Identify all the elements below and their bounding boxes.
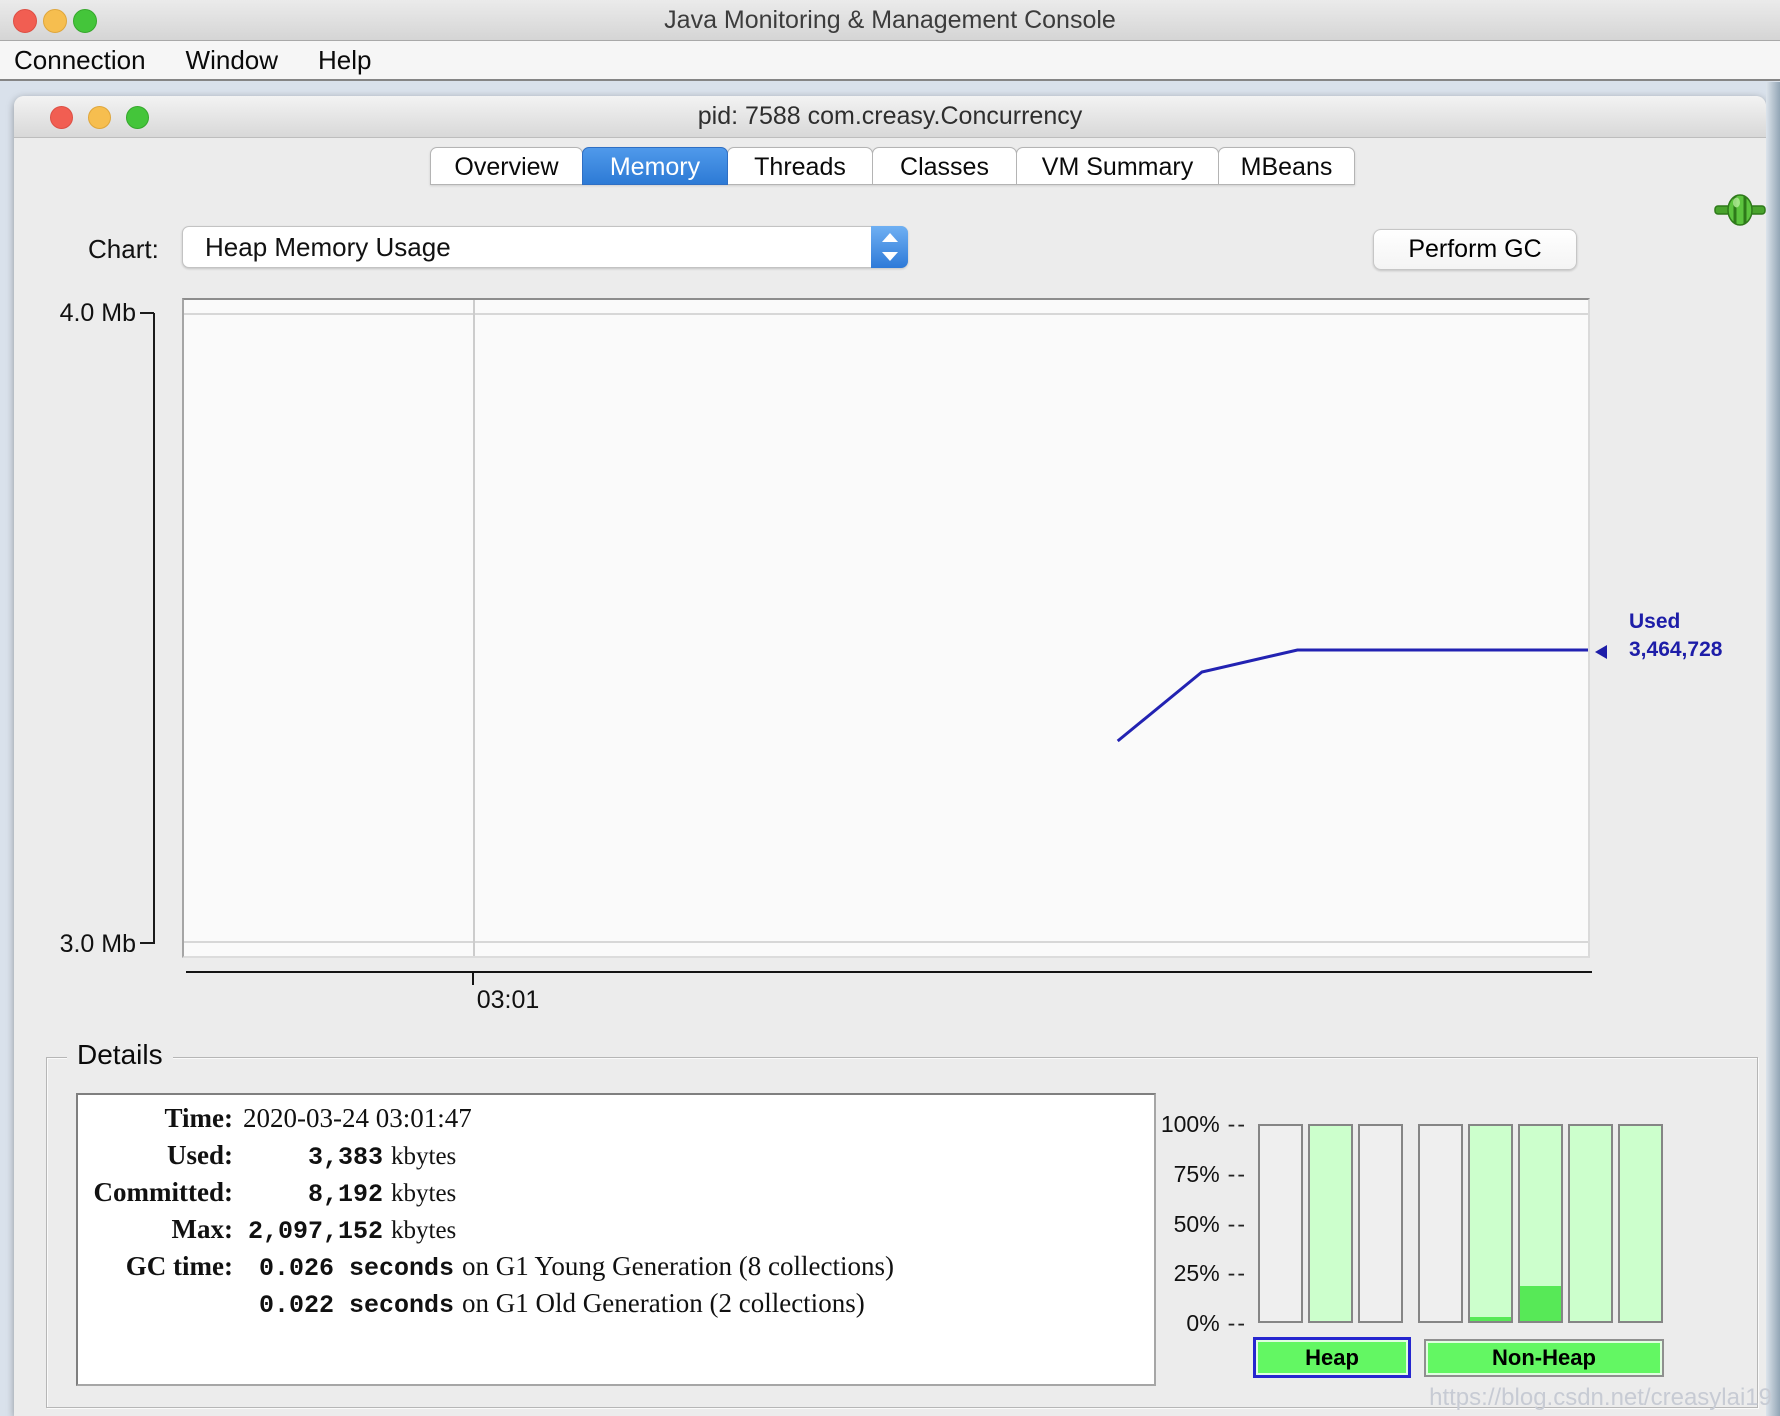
memory-chart-plot xyxy=(182,298,1590,958)
usage-axis-label: 25%-- xyxy=(1174,1259,1247,1287)
tab-threads[interactable]: Threads xyxy=(727,147,873,185)
used-memory-line xyxy=(1118,650,1588,741)
y-axis-label-bottom: 3.0 Mb xyxy=(32,929,136,959)
details-row: Committed:8,192kbytes xyxy=(78,1174,1154,1211)
chart-select-value: Heap Memory Usage xyxy=(205,227,451,267)
app-title: Java Monitoring & Management Console xyxy=(0,0,1780,40)
x-axis-tick xyxy=(472,973,474,985)
window-edge xyxy=(1766,82,1780,1416)
console-window: pid: 7588 com.creasy.Concurrency Overvie… xyxy=(14,96,1766,1416)
y-axis-line xyxy=(153,313,155,944)
perform-gc-button[interactable]: Perform GC xyxy=(1373,229,1577,270)
watermark: https://blog.csdn.net/creasylai19 xyxy=(1429,1384,1772,1412)
details-row: Time:2020-03-24 03:01:47 xyxy=(78,1100,1154,1137)
heap-bars-group xyxy=(1258,1124,1403,1323)
inner-window-titlebar: pid: 7588 com.creasy.Concurrency xyxy=(14,96,1766,138)
line-end-marker-icon xyxy=(1595,645,1607,659)
y-axis-label-top: 4.0 Mb xyxy=(32,298,136,328)
tab-bar: OverviewMemoryThreadsClassesVM SummaryMB… xyxy=(430,147,1355,185)
nonheap-bars-group xyxy=(1418,1124,1663,1323)
usage-bar xyxy=(1358,1124,1403,1323)
details-legend: Details xyxy=(67,1039,173,1071)
used-series-label: Used 3,464,728 xyxy=(1629,608,1722,664)
tab-overview[interactable]: Overview xyxy=(430,147,583,185)
inner-window-title: pid: 7588 com.creasy.Concurrency xyxy=(14,96,1766,137)
tab-classes[interactable]: Classes xyxy=(872,147,1017,185)
menu-item-connection[interactable]: Connection xyxy=(14,45,146,76)
usage-bar xyxy=(1468,1124,1513,1323)
app-titlebar: Java Monitoring & Management Console xyxy=(0,0,1780,41)
y-axis-tick-top xyxy=(140,312,154,314)
details-row: GC time:0.026 secondson G1 Young Generat… xyxy=(78,1248,1154,1285)
usage-bar xyxy=(1618,1124,1663,1323)
usage-bars xyxy=(1258,1124,1663,1323)
usage-bars-axis: 100%-- 75%-- 50%-- 25%-- 0%-- xyxy=(1097,1110,1247,1350)
tab-strip: OverviewMemoryThreadsClassesVM SummaryMB… xyxy=(14,137,1766,189)
usage-bar xyxy=(1258,1124,1303,1323)
chevron-up-down-icon[interactable] xyxy=(871,226,908,268)
details-row: 0.022 secondson G1 Old Generation (2 col… xyxy=(78,1285,1154,1322)
usage-bar xyxy=(1418,1124,1463,1323)
chart-select-label: Chart: xyxy=(88,234,152,265)
heap-line-svg xyxy=(184,300,1588,956)
details-panel: Time:2020-03-24 03:01:47Used:3,383kbytes… xyxy=(76,1093,1156,1386)
details-row: Used:3,383kbytes xyxy=(78,1137,1154,1174)
usage-bar xyxy=(1308,1124,1353,1323)
y-axis-tick-bottom xyxy=(140,942,154,944)
menu-bar: Connection Window Help xyxy=(0,41,1780,81)
tab-vm-summary[interactable]: VM Summary xyxy=(1016,147,1219,185)
usage-axis-label: 100%-- xyxy=(1161,1110,1247,1138)
menu-item-help[interactable]: Help xyxy=(318,45,371,76)
nonheap-button[interactable]: Non-Heap xyxy=(1424,1339,1664,1377)
used-series-value: 3,464,728 xyxy=(1629,636,1722,664)
usage-axis-label: 50%-- xyxy=(1174,1210,1247,1238)
chart-select[interactable]: Heap Memory Usage xyxy=(182,226,908,268)
tab-memory[interactable]: Memory xyxy=(582,147,728,185)
connection-status-plug-icon xyxy=(1714,193,1766,227)
menu-item-window[interactable]: Window xyxy=(186,45,278,76)
tab-mbeans[interactable]: MBeans xyxy=(1218,147,1355,185)
x-axis-line xyxy=(186,971,1592,973)
details-row: Max:2,097,152kbytes xyxy=(78,1211,1154,1248)
usage-bar xyxy=(1518,1124,1563,1323)
used-series-name: Used xyxy=(1629,608,1722,636)
heap-button[interactable]: Heap xyxy=(1253,1337,1411,1378)
usage-axis-label: 75%-- xyxy=(1174,1160,1247,1188)
usage-bar xyxy=(1568,1124,1613,1323)
usage-axis-label: 0%-- xyxy=(1186,1309,1247,1337)
screen: Java Monitoring & Management Console Con… xyxy=(0,0,1780,1416)
x-axis-label: 03:01 xyxy=(458,986,558,1015)
